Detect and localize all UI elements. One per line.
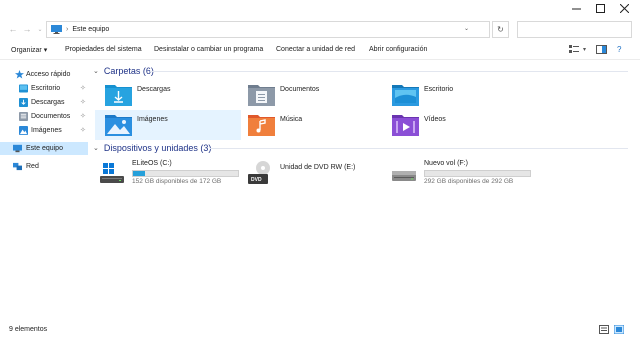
music-folder-icon bbox=[248, 115, 275, 136]
drive-usage-fill bbox=[133, 171, 146, 176]
videos-folder-icon bbox=[392, 115, 419, 136]
folder-tile-videos[interactable]: Vídeos bbox=[382, 110, 522, 140]
breadcrumb-separator-icon: › bbox=[66, 26, 69, 33]
content-pane: ⌄ Carpetas (6) Descargas Documentos Escr… bbox=[90, 61, 640, 321]
sidebar-item-documents[interactable]: Documentos ✧ bbox=[0, 110, 88, 123]
recent-locations-button[interactable]: ⌄ bbox=[34, 23, 46, 35]
folder-tile-downloads[interactable]: Descargas bbox=[95, 80, 235, 110]
desktop-folder-icon bbox=[19, 84, 28, 93]
search-input[interactable] bbox=[517, 21, 632, 38]
windows-drive-icon bbox=[100, 163, 124, 183]
pin-icon[interactable]: ✧ bbox=[80, 84, 86, 92]
navigation-pane: Acceso rápido Escritorio ✧ Descargas ✧ D… bbox=[0, 61, 88, 321]
maximize-button[interactable] bbox=[588, 0, 612, 17]
view-dropdown-icon[interactable]: ▾ bbox=[583, 46, 586, 53]
network-icon bbox=[13, 162, 22, 171]
back-button[interactable]: ← bbox=[7, 23, 19, 35]
uninstall-program-button[interactable]: Desinstalar o cambiar un programa bbox=[154, 46, 263, 53]
address-row: ← → ⌄ › Este equipo ⌄ ↻ bbox=[0, 17, 640, 41]
downloads-folder-icon bbox=[105, 85, 132, 106]
documents-folder-icon bbox=[19, 112, 28, 121]
chevron-down-icon: ⌄ bbox=[37, 26, 43, 33]
computer-icon bbox=[51, 25, 62, 34]
drive-c[interactable]: ELiteOS (C:) 152 GB disponibles de 172 G… bbox=[90, 158, 239, 188]
minimize-icon bbox=[571, 8, 581, 10]
folder-tile-documents[interactable]: Documentos bbox=[238, 80, 378, 110]
item-count: 9 elementos bbox=[9, 326, 48, 333]
folder-tile-pictures[interactable]: Imágenes bbox=[95, 110, 241, 140]
pin-icon[interactable]: ✧ bbox=[80, 112, 86, 120]
drive-f[interactable]: Nuevo vol (F:) 292 GB disponibles de 292… bbox=[382, 158, 531, 188]
command-bar: Organizar ▾ Propiedades del sistema Desi… bbox=[0, 41, 640, 60]
chevron-down-icon: ⌄ bbox=[93, 68, 99, 75]
open-settings-button[interactable]: Abrir configuración bbox=[369, 46, 427, 53]
drive-usage-bar bbox=[132, 170, 239, 177]
folder-tile-desktop[interactable]: Escritorio bbox=[382, 80, 522, 110]
title-bar bbox=[0, 0, 640, 17]
refresh-button[interactable]: ↻ bbox=[492, 21, 509, 38]
arrow-right-icon: → bbox=[22, 24, 32, 34]
status-bar: 9 elementos bbox=[0, 321, 640, 338]
sidebar-item-desktop[interactable]: Escritorio ✧ bbox=[0, 82, 88, 95]
dropdown-arrow-icon: ▾ bbox=[43, 47, 48, 54]
arrow-left-icon: ← bbox=[8, 24, 18, 34]
pin-icon[interactable]: ✧ bbox=[80, 98, 86, 106]
sidebar-item-downloads[interactable]: Descargas ✧ bbox=[0, 96, 88, 109]
pin-icon[interactable]: ✧ bbox=[80, 126, 86, 134]
desktop-folder-icon bbox=[392, 85, 419, 106]
hard-drive-icon bbox=[392, 171, 416, 181]
sidebar-item-quick-access[interactable]: Acceso rápido bbox=[0, 68, 88, 81]
sidebar-item-network[interactable]: Red bbox=[0, 160, 88, 173]
organize-button[interactable]: Organizar ▾ bbox=[11, 46, 47, 54]
change-view-icon[interactable] bbox=[569, 45, 579, 54]
preview-pane-icon[interactable] bbox=[596, 45, 608, 54]
chevron-down-icon: ⌄ bbox=[93, 145, 99, 152]
breadcrumb-this-pc[interactable]: Este equipo bbox=[72, 26, 109, 33]
computer-icon bbox=[13, 144, 22, 153]
close-icon bbox=[619, 4, 629, 13]
pictures-folder-icon bbox=[19, 126, 28, 135]
minimize-button[interactable] bbox=[564, 0, 588, 17]
large-icons-view-icon[interactable] bbox=[614, 325, 624, 334]
maximize-icon bbox=[595, 4, 605, 13]
folders-group-header[interactable]: ⌄ Carpetas (6) bbox=[90, 64, 630, 78]
dvd-badge: DVD bbox=[251, 177, 262, 183]
map-network-drive-button[interactable]: Conectar a unidad de red bbox=[276, 46, 355, 53]
address-dropdown-icon[interactable]: ⌄ bbox=[464, 25, 469, 32]
details-view-icon[interactable] bbox=[599, 325, 609, 334]
forward-button[interactable]: → bbox=[21, 23, 33, 35]
help-icon[interactable]: ? bbox=[617, 45, 621, 54]
address-bar[interactable]: › Este equipo ⌄ bbox=[46, 21, 490, 38]
drives-group-header[interactable]: ⌄ Dispositivos y unidades (3) bbox=[90, 141, 630, 155]
sidebar-item-pictures[interactable]: Imágenes ✧ bbox=[0, 124, 88, 137]
pictures-folder-icon bbox=[105, 115, 132, 136]
documents-folder-icon bbox=[248, 85, 275, 106]
folder-tile-music[interactable]: Música bbox=[238, 110, 378, 140]
drive-e[interactable]: DVD Unidad de DVD RW (E:) bbox=[238, 158, 383, 188]
close-button[interactable] bbox=[612, 0, 636, 17]
star-icon bbox=[15, 70, 24, 79]
drive-usage-bar bbox=[424, 170, 531, 177]
refresh-icon: ↻ bbox=[497, 25, 504, 34]
sidebar-item-this-pc[interactable]: Este equipo bbox=[0, 142, 88, 155]
system-properties-button[interactable]: Propiedades del sistema bbox=[65, 46, 142, 53]
downloads-folder-icon bbox=[19, 98, 28, 107]
